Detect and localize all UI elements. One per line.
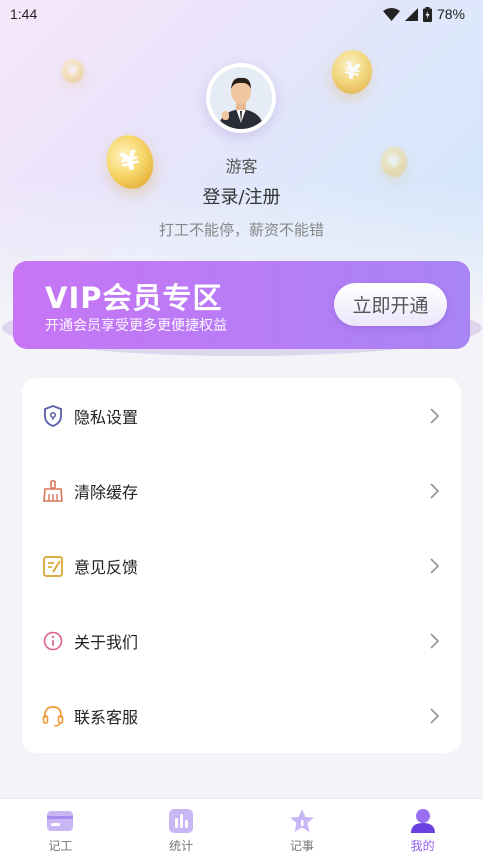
chevron-right-icon (430, 707, 440, 724)
tab-notes[interactable]: 记事 (242, 799, 363, 859)
broom-icon (42, 479, 64, 502)
avatar-image (210, 67, 272, 129)
chevron-right-icon (430, 557, 440, 574)
status-icons: 78% (382, 6, 465, 22)
profile-slogan: 打工不能停，薪资不能错 (158, 221, 324, 239)
signal-icon (404, 7, 418, 21)
card-icon (47, 811, 74, 831)
tab-label: 我的 (410, 839, 435, 853)
chevron-right-icon (430, 407, 440, 424)
menu-item-privacy[interactable]: 隐私设置 (22, 378, 461, 453)
vip-title: VIP会员专区 (45, 281, 223, 315)
settings-menu: 隐私设置 清除缓存 意见反馈 关于我们 联系客服 (22, 378, 461, 753)
status-time: 1:44 (10, 6, 38, 22)
tab-work-log[interactable]: 记工 (0, 799, 121, 859)
wifi-icon (382, 7, 400, 21)
menu-item-label: 清除缓存 (74, 482, 139, 502)
battery-level: 78% (436, 6, 465, 22)
shield-lock-icon (42, 404, 64, 427)
chevron-right-icon (430, 482, 440, 499)
tab-mine[interactable]: 我的 (362, 799, 483, 859)
chevron-right-icon (430, 632, 440, 649)
vip-open-button[interactable]: 立即开通 (334, 283, 447, 326)
battery-icon (422, 6, 432, 22)
bottom-tab-bar: 记工 统计 记事 我的 (0, 798, 483, 859)
star-icon (289, 809, 314, 832)
menu-item-customer-service[interactable]: 联系客服 (22, 678, 461, 753)
tab-label: 统计 (169, 839, 194, 853)
menu-item-label: 关于我们 (74, 632, 139, 652)
status-bar: 1:44 78% (0, 0, 483, 28)
tab-statistics[interactable]: 统计 (121, 799, 242, 859)
menu-item-about[interactable]: 关于我们 (22, 603, 461, 678)
menu-item-label: 联系客服 (74, 707, 139, 727)
login-register-link[interactable]: 登录/注册 (0, 183, 483, 209)
menu-item-feedback[interactable]: 意见反馈 (22, 528, 461, 603)
tab-label: 记事 (289, 839, 314, 853)
info-icon (42, 630, 64, 652)
user-icon (410, 809, 435, 833)
menu-item-label: 意见反馈 (74, 557, 139, 577)
vip-subtitle: 开通会员享受更多更便捷权益 (45, 318, 227, 334)
coin-decoration-icon: ¥ (62, 59, 84, 83)
menu-item-label: 隐私设置 (74, 407, 139, 427)
chart-icon (169, 809, 194, 833)
headset-icon (42, 705, 64, 727)
profile-name: 游客 (225, 157, 258, 176)
feedback-note-icon (42, 555, 64, 577)
avatar[interactable] (206, 63, 276, 133)
vip-card[interactable]: VIP会员专区 开通会员享受更多更便捷权益 立即开通 (13, 261, 470, 349)
menu-item-clear-cache[interactable]: 清除缓存 (22, 453, 461, 528)
tab-label: 记工 (48, 839, 73, 853)
